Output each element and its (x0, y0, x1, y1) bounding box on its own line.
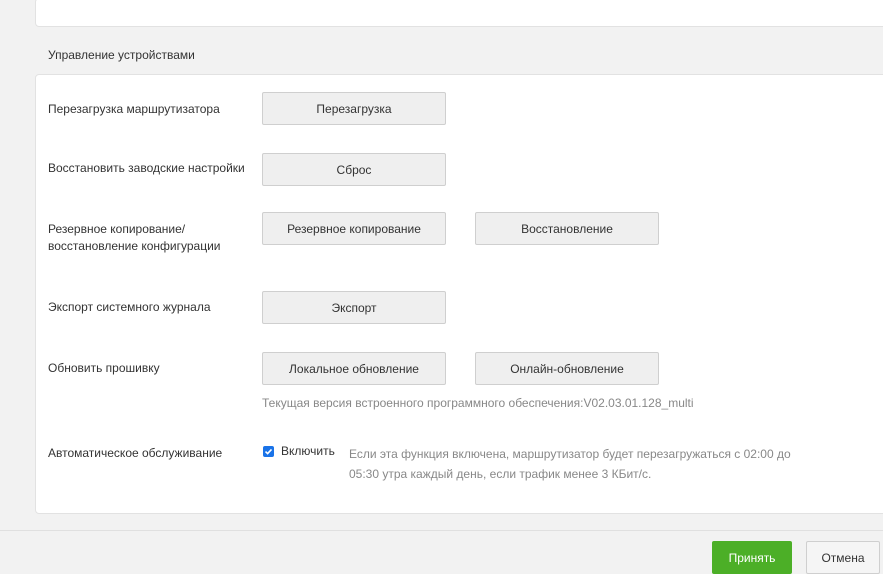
firmware-update-label: Обновить прошивку (48, 361, 160, 375)
previous-section-card (35, 0, 883, 27)
reboot-label: Перезагрузка маршрутизатора (48, 102, 220, 116)
reset-button[interactable]: Сброс (262, 153, 446, 186)
backup-button[interactable]: Резервное копирование (262, 212, 446, 245)
enable-label: Включить (281, 444, 335, 458)
cancel-button[interactable]: Отмена (806, 541, 880, 574)
reboot-button[interactable]: Перезагрузка (262, 92, 446, 125)
export-log-label: Экспорт системного журнала (48, 300, 211, 314)
factory-reset-label: Восстановить заводские настройки (48, 161, 245, 175)
export-button[interactable]: Экспорт (262, 291, 446, 324)
local-update-button[interactable]: Локальное обновление (262, 352, 446, 385)
apply-button[interactable]: Принять (712, 541, 792, 574)
online-update-button[interactable]: Онлайн-обновление (475, 352, 659, 385)
firmware-version-text: Текущая версия встроенного программного … (262, 396, 694, 410)
auto-maintenance-description: Если эта функция включена, маршрутизатор… (349, 447, 791, 481)
backup-restore-label: Резервное копирование/ восстановление ко… (48, 222, 221, 253)
restore-button[interactable]: Восстановление (475, 212, 659, 245)
checkmark-icon (264, 448, 273, 455)
footer-divider (0, 530, 883, 531)
enable-checkbox[interactable] (263, 446, 274, 457)
section-title: Управление устройствами (48, 48, 195, 62)
auto-maintenance-label: Автоматическое обслуживание (48, 446, 223, 460)
